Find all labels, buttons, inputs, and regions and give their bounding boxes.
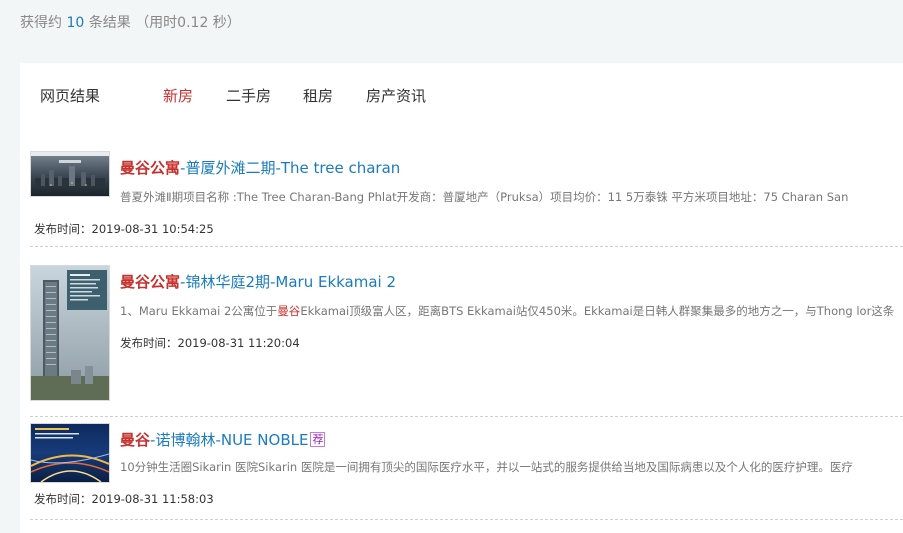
title-keyword: 曼谷 xyxy=(120,431,151,449)
publish-date: 发布时间：2019-08-31 11:20:04 xyxy=(120,336,300,350)
result-item: 曼谷-诺博翰林-NUE NOBLE 荐 10分钟生活圈Sikarin 医院Sika… xyxy=(20,423,903,533)
title-rest: 诺博翰林-NUE NOBLE xyxy=(155,431,309,449)
title-keyword: 曼谷公寓 xyxy=(120,159,181,177)
result-thumbnail[interactable] xyxy=(30,151,110,197)
city-night-image-icon xyxy=(31,152,109,196)
building-image-icon xyxy=(31,266,109,400)
tab-new-homes[interactable]: 新房 xyxy=(163,85,193,106)
result-title-link[interactable]: 曼谷-诺博翰林-NUE NOBLE 荐 xyxy=(120,429,326,450)
highway-image-icon xyxy=(31,424,109,482)
result-snippet: 1、Maru Ekkamai 2公寓位于曼谷Ekkamai顶级富人区，距离BTS… xyxy=(120,303,894,319)
result-snippet: 10分钟生活圈Sikarin 医院Sikarin 医院是一间拥有顶尖的国际医疗水… xyxy=(120,460,853,474)
result-item: 曼谷公寓-锦林华庭2期-Maru Ekkamai 2 1、Maru Ekkama… xyxy=(20,265,903,420)
snippet-highlight: 曼谷 xyxy=(277,304,301,318)
result-title-link[interactable]: 曼谷公寓-普厦外滩二期-The tree charan xyxy=(120,157,400,178)
result-divider xyxy=(30,246,903,247)
search-time: （用时0.12 秒） xyxy=(135,15,241,31)
result-divider xyxy=(30,416,903,417)
snippet-text: Ekkamai顶级富人区，距离BTS Ekkamai站仅450米。Ekkamai… xyxy=(300,304,895,318)
result-item: 曼谷公寓-普厦外滩二期-The tree charan 普夏外滩Ⅱ期项目名称 :… xyxy=(20,151,903,247)
result-count: 10 xyxy=(66,15,85,31)
publish-date: 发布时间：2019-08-31 10:54:25 xyxy=(34,222,214,236)
publish-date: 发布时间：2019-08-31 11:58:03 xyxy=(34,492,214,506)
result-thumbnail[interactable] xyxy=(30,265,110,401)
result-stats: 获得约 10 条结果 （用时0.12 秒） xyxy=(20,12,241,32)
results-panel: 网页结果 新房 二手房 租房 房产资讯 曼谷公寓-普厦外滩二期-The tree… xyxy=(20,63,903,533)
result-thumbnail[interactable] xyxy=(30,423,110,483)
stats-suffix: 条结果 xyxy=(88,15,131,31)
recommended-badge: 荐 xyxy=(310,432,326,447)
result-title-link[interactable]: 曼谷公寓-锦林华庭2期-Maru Ekkamai 2 xyxy=(120,271,396,292)
title-keyword: 曼谷公寓 xyxy=(120,273,181,291)
result-divider xyxy=(30,519,903,520)
stats-prefix: 获得约 xyxy=(20,15,62,31)
title-rest: 锦林华庭2期-Maru Ekkamai 2 xyxy=(185,273,397,291)
snippet-text: 1、Maru Ekkamai 2公寓位于 xyxy=(120,304,278,318)
tab-second-hand[interactable]: 二手房 xyxy=(226,85,271,106)
tab-property-news[interactable]: 房产资讯 xyxy=(366,85,426,106)
tab-rental[interactable]: 租房 xyxy=(303,85,333,106)
tab-web-results[interactable]: 网页结果 xyxy=(40,85,100,106)
category-tabs: 网页结果 新房 二手房 租房 房产资讯 xyxy=(20,85,903,107)
result-snippet: 普夏外滩Ⅱ期项目名称 :The Tree Charan-Bang Phlat开发… xyxy=(120,190,849,204)
title-rest: 普厦外滩二期-The tree charan xyxy=(185,159,401,177)
